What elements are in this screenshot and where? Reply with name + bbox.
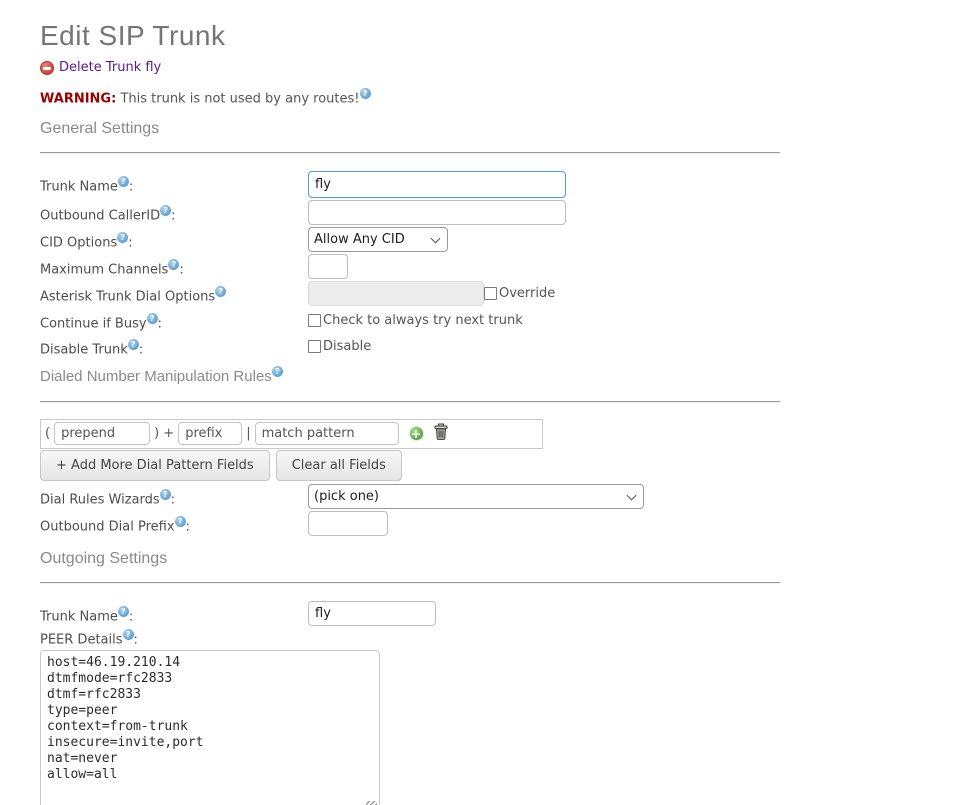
trash-icon[interactable]: [433, 423, 449, 444]
outgoing-trunk-name-row: Trunk Name?:: [40, 601, 780, 626]
outgoing-trunk-name-input[interactable]: [308, 601, 436, 626]
outbound-dial-prefix-row: Outbound Dial Prefix?:: [40, 511, 780, 536]
dial-rules-wizards-label: Dial Rules Wizards?:: [40, 484, 308, 507]
prepend-input[interactable]: [54, 422, 150, 445]
override-label: Override: [499, 286, 555, 301]
add-pattern-icon[interactable]: +: [409, 426, 424, 441]
disable-trunk-row: Disable Trunk?: Disable: [40, 334, 780, 357]
divider: [40, 582, 780, 584]
clear-all-fields-button[interactable]: Clear all Fields: [276, 450, 402, 481]
edit-sip-trunk-page: Edit SIP Trunk Delete Trunk fly WARNING:…: [0, 0, 780, 805]
prefix-input[interactable]: [178, 422, 242, 445]
warning-label: WARNING:: [40, 91, 116, 106]
pattern-buttons-row: + Add More Dial Pattern Fields Clear all…: [40, 450, 780, 481]
maximum-channels-row: Maximum Channels?:: [40, 254, 780, 279]
outbound-dial-prefix-label: Outbound Dial Prefix?:: [40, 511, 308, 534]
peer-details-textarea[interactable]: host=46.19.210.14 dtmfmode=rfc2833 dtmf=…: [40, 650, 380, 805]
disable-trunk-checkbox[interactable]: [308, 340, 321, 353]
wizards-select-wrap: (pick one): [308, 484, 644, 509]
help-icon[interactable]: ?: [128, 339, 139, 350]
open-paren: (: [45, 426, 50, 441]
outbound-callerid-row: Outbound CallerID?:: [40, 200, 780, 225]
continue-if-busy-checkbox[interactable]: [308, 314, 321, 327]
help-icon[interactable]: ?: [168, 259, 179, 270]
outgoing-settings-form: Trunk Name?: PEER Details?: host=46.19.2…: [40, 601, 780, 805]
dial-options-label: Asterisk Trunk Dial Options?: [40, 281, 308, 304]
help-icon[interactable]: ?: [175, 516, 186, 527]
override-checkbox[interactable]: [484, 287, 497, 300]
continue-if-busy-row: Continue if Busy?: Check to always try n…: [40, 308, 780, 331]
help-icon[interactable]: ?: [272, 366, 283, 377]
outgoing-trunk-name-label: Trunk Name?:: [40, 601, 308, 624]
outbound-dial-prefix-input[interactable]: [308, 511, 388, 536]
page-title: Edit SIP Trunk: [40, 20, 780, 52]
resize-handle[interactable]: [366, 801, 377, 805]
cid-options-select[interactable]: Allow Any CID: [308, 227, 448, 252]
pipe-separator: |: [246, 426, 250, 441]
dial-options-row: Asterisk Trunk Dial Options? Override: [40, 281, 780, 306]
maximum-channels-label: Maximum Channels?:: [40, 254, 308, 277]
maximum-channels-input[interactable]: [308, 254, 348, 279]
cid-options-label: CID Options?:: [40, 227, 308, 250]
outbound-callerid-input[interactable]: [308, 200, 566, 225]
trunk-name-label: Trunk Name?:: [40, 171, 308, 194]
delete-icon[interactable]: [40, 61, 54, 75]
dial-pattern-row: ( ) + | +: [40, 419, 543, 449]
delete-trunk-row: Delete Trunk fly: [40, 60, 780, 75]
dial-rules-heading: Dialed Number Manipulation Rules?: [40, 367, 780, 385]
general-settings-form: Trunk Name?: Outbound CallerID?: CID Opt…: [40, 171, 780, 357]
help-icon[interactable]: ?: [215, 286, 226, 297]
dial-rules-form: Dial Rules Wizards?: (pick one) Outbound…: [40, 484, 780, 536]
dial-rules-wizards-row: Dial Rules Wizards?: (pick one): [40, 484, 780, 509]
help-icon[interactable]: ?: [117, 232, 128, 243]
trunk-name-input[interactable]: [308, 171, 566, 198]
continue-if-busy-label: Continue if Busy?:: [40, 308, 308, 331]
divider: [40, 401, 780, 403]
general-settings-heading: General Settings: [40, 120, 780, 138]
help-icon[interactable]: ?: [160, 489, 171, 500]
cid-options-row: CID Options?: Allow Any CID: [40, 227, 780, 252]
help-icon[interactable]: ?: [118, 606, 129, 617]
close-paren-plus: ) +: [154, 426, 174, 441]
delete-trunk-link[interactable]: Delete Trunk fly: [59, 60, 161, 75]
divider: [40, 152, 780, 154]
help-icon[interactable]: ?: [160, 205, 171, 216]
trunk-name-row: Trunk Name?:: [40, 171, 780, 198]
warning-text: This trunk is not used by any routes!: [120, 91, 359, 106]
add-more-fields-button[interactable]: + Add More Dial Pattern Fields: [40, 450, 270, 481]
outgoing-settings-heading: Outgoing Settings: [40, 550, 780, 568]
help-icon[interactable]: ?: [360, 88, 371, 99]
peer-details-wrap: host=46.19.210.14 dtmfmode=rfc2833 dtmf=…: [40, 650, 380, 805]
continue-if-busy-cb-label: Check to always try next trunk: [323, 313, 523, 328]
peer-details-label: PEER Details?:: [40, 630, 780, 647]
outbound-callerid-label: Outbound CallerID?:: [40, 200, 308, 223]
warning-row: WARNING: This trunk is not used by any r…: [40, 89, 780, 106]
help-icon[interactable]: ?: [118, 176, 129, 187]
cid-options-select-wrap: Allow Any CID: [308, 227, 448, 252]
dial-rules-wizards-select[interactable]: (pick one): [308, 484, 644, 509]
disable-trunk-cb-label: Disable: [323, 339, 371, 354]
disable-trunk-label: Disable Trunk?:: [40, 334, 308, 357]
help-icon[interactable]: ?: [123, 629, 134, 640]
help-icon[interactable]: ?: [147, 313, 158, 324]
dial-options-input: [308, 281, 484, 306]
match-pattern-input[interactable]: [255, 422, 399, 445]
